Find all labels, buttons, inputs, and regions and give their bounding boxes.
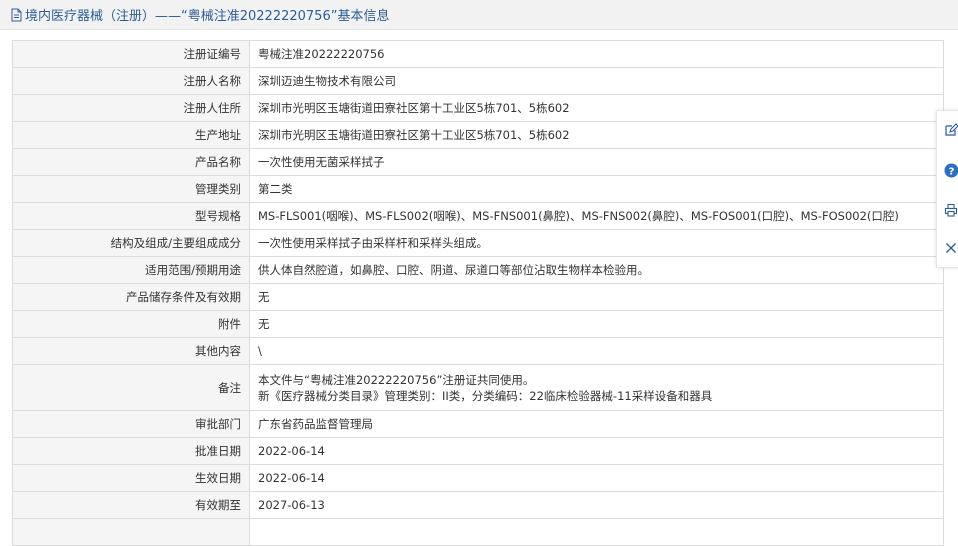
- field-value-line: 本文件与“粤械注准20222220756”注册证共同使用。: [258, 372, 935, 388]
- field-value-line: 无: [258, 289, 935, 305]
- field-value-line: 无: [258, 316, 935, 332]
- field-label: 生产地址: [13, 122, 250, 149]
- table-row: 管理类别第二类: [13, 176, 944, 203]
- field-label: 注册人名称: [13, 68, 250, 95]
- table-row: 注册人住所深圳市光明区玉塘街道田寮社区第十工业区5栋701、5栋602: [13, 95, 944, 122]
- field-label: 产品名称: [13, 149, 250, 176]
- side-toolbar: ?: [936, 110, 958, 268]
- field-value-line: 深圳市光明区玉塘街道田寮社区第十工业区5栋701、5栋602: [258, 100, 935, 116]
- field-value: 2022-06-14: [250, 438, 944, 465]
- field-label: 注册人住所: [13, 95, 250, 122]
- edit-button[interactable]: [942, 121, 958, 139]
- field-label: 结构及组成/主要组成成分: [13, 230, 250, 257]
- field-value: 深圳市光明区玉塘街道田寮社区第十工业区5栋701、5栋602: [250, 122, 944, 149]
- svg-text:?: ?: [948, 166, 954, 177]
- table-row: 适用范围/预期用途供人体自然腔道，如鼻腔、口腔、阴道、尿道口等部位沾取生物样本检…: [13, 257, 944, 284]
- field-value: 一次性使用无菌采样拭子: [250, 149, 944, 176]
- field-value: 2022-06-14: [250, 465, 944, 492]
- close-button[interactable]: [942, 239, 958, 257]
- table-row: 产品储存条件及有效期无: [13, 284, 944, 311]
- field-label: 注册证编号: [13, 41, 250, 68]
- field-label: 审批部门: [13, 411, 250, 438]
- field-value-line: 第二类: [258, 181, 935, 197]
- field-value-line: 2022-06-14: [258, 443, 935, 459]
- page-header: 境内医疗器械（注册）——“粤械注准20222220756”基本信息: [0, 0, 958, 30]
- table-row: 其他内容 \: [13, 338, 944, 365]
- field-value-line: 深圳市光明区玉塘街道田寮社区第十工业区5栋701、5栋602: [258, 127, 935, 143]
- field-value-line: 新《医疗器械分类目录》管理类别：II类，分类编码：22临床检验器械-11采样设备…: [258, 388, 935, 404]
- field-value: 深圳迈迪生物技术有限公司: [250, 68, 944, 95]
- field-label: 管理类别: [13, 176, 250, 203]
- field-value-line: 2027-06-13: [258, 497, 935, 513]
- table-row: 产品名称一次性使用无菌采样拭子: [13, 149, 944, 176]
- field-value-line: MS-FLS001(咽喉)、MS-FLS002(咽喉)、MS-FNS001(鼻腔…: [258, 208, 935, 224]
- table-row: 生产地址深圳市光明区玉塘街道田寮社区第十工业区5栋701、5栋602: [13, 122, 944, 149]
- field-value-line: 供人体自然腔道，如鼻腔、口腔、阴道、尿道口等部位沾取生物样本检验用。: [258, 262, 935, 278]
- help-button[interactable]: ?: [942, 161, 958, 179]
- field-value: 无: [250, 284, 944, 311]
- field-value: MS-FLS001(咽喉)、MS-FLS002(咽喉)、MS-FNS001(鼻腔…: [250, 203, 944, 230]
- field-label: 型号规格: [13, 203, 250, 230]
- field-value-line: 2022-06-14: [258, 470, 935, 486]
- table-row: 审批部门广东省药品监督管理局: [13, 411, 944, 438]
- field-value-line: 广东省药品监督管理局: [258, 416, 935, 432]
- field-label: 批准日期: [13, 438, 250, 465]
- document-icon: [10, 8, 23, 22]
- field-label: 适用范围/预期用途: [13, 257, 250, 284]
- field-value: 一次性使用采样拭子由采样杆和采样头组成。: [250, 230, 944, 257]
- table-row: [13, 519, 944, 546]
- field-label: 其他内容: [13, 338, 250, 365]
- field-value: 粤械注准20222220756: [250, 41, 944, 68]
- field-value: [250, 519, 944, 546]
- field-label: 生效日期: [13, 465, 250, 492]
- field-label: 有效期至: [13, 492, 250, 519]
- table-row: 批准日期 2022-06-14: [13, 438, 944, 465]
- field-value: 广东省药品监督管理局: [250, 411, 944, 438]
- field-value-line: 深圳迈迪生物技术有限公司: [258, 73, 935, 89]
- field-value: 深圳市光明区玉塘街道田寮社区第十工业区5栋701、5栋602: [250, 95, 944, 122]
- table-row: 有效期至 2027-06-13: [13, 492, 944, 519]
- field-label: 产品储存条件及有效期: [13, 284, 250, 311]
- print-button[interactable]: [942, 201, 958, 219]
- help-icon: ?: [944, 163, 958, 178]
- field-value: \: [250, 338, 944, 365]
- field-value: 供人体自然腔道，如鼻腔、口腔、阴道、尿道口等部位沾取生物样本检验用。: [250, 257, 944, 284]
- field-value-line: 一次性使用采样拭子由采样杆和采样头组成。: [258, 235, 935, 251]
- table-row: 注册人名称深圳迈迪生物技术有限公司: [13, 68, 944, 95]
- field-label: 备注: [13, 365, 250, 411]
- table-row: 结构及组成/主要组成成分一次性使用采样拭子由采样杆和采样头组成。: [13, 230, 944, 257]
- print-icon: [944, 203, 958, 217]
- table-row: 生效日期 2022-06-14: [13, 465, 944, 492]
- field-value-line: 粤械注准20222220756: [258, 46, 935, 62]
- table-row: 附件无: [13, 311, 944, 338]
- table-row: 注册证编号粤械注准20222220756: [13, 41, 944, 68]
- field-value-line: 一次性使用无菌采样拭子: [258, 154, 935, 170]
- table-row: 备注本文件与“粤械注准20222220756”注册证共同使用。新《医疗器械分类目…: [13, 365, 944, 411]
- field-value: 第二类: [250, 176, 944, 203]
- close-icon: [945, 242, 957, 254]
- field-value: 2027-06-13: [250, 492, 944, 519]
- field-value: 本文件与“粤械注准20222220756”注册证共同使用。新《医疗器械分类目录》…: [250, 365, 944, 411]
- info-table: 注册证编号粤械注准20222220756注册人名称深圳迈迪生物技术有限公司注册人…: [12, 40, 944, 546]
- table-row: 型号规格 MS-FLS001(咽喉)、MS-FLS002(咽喉)、MS-FNS00…: [13, 203, 944, 230]
- field-value-line: \: [258, 343, 935, 359]
- field-value: 无: [250, 311, 944, 338]
- field-label: [13, 519, 250, 546]
- edit-icon: [944, 123, 958, 137]
- field-label: 附件: [13, 311, 250, 338]
- page-title: 境内医疗器械（注册）——“粤械注准20222220756”基本信息: [25, 5, 389, 24]
